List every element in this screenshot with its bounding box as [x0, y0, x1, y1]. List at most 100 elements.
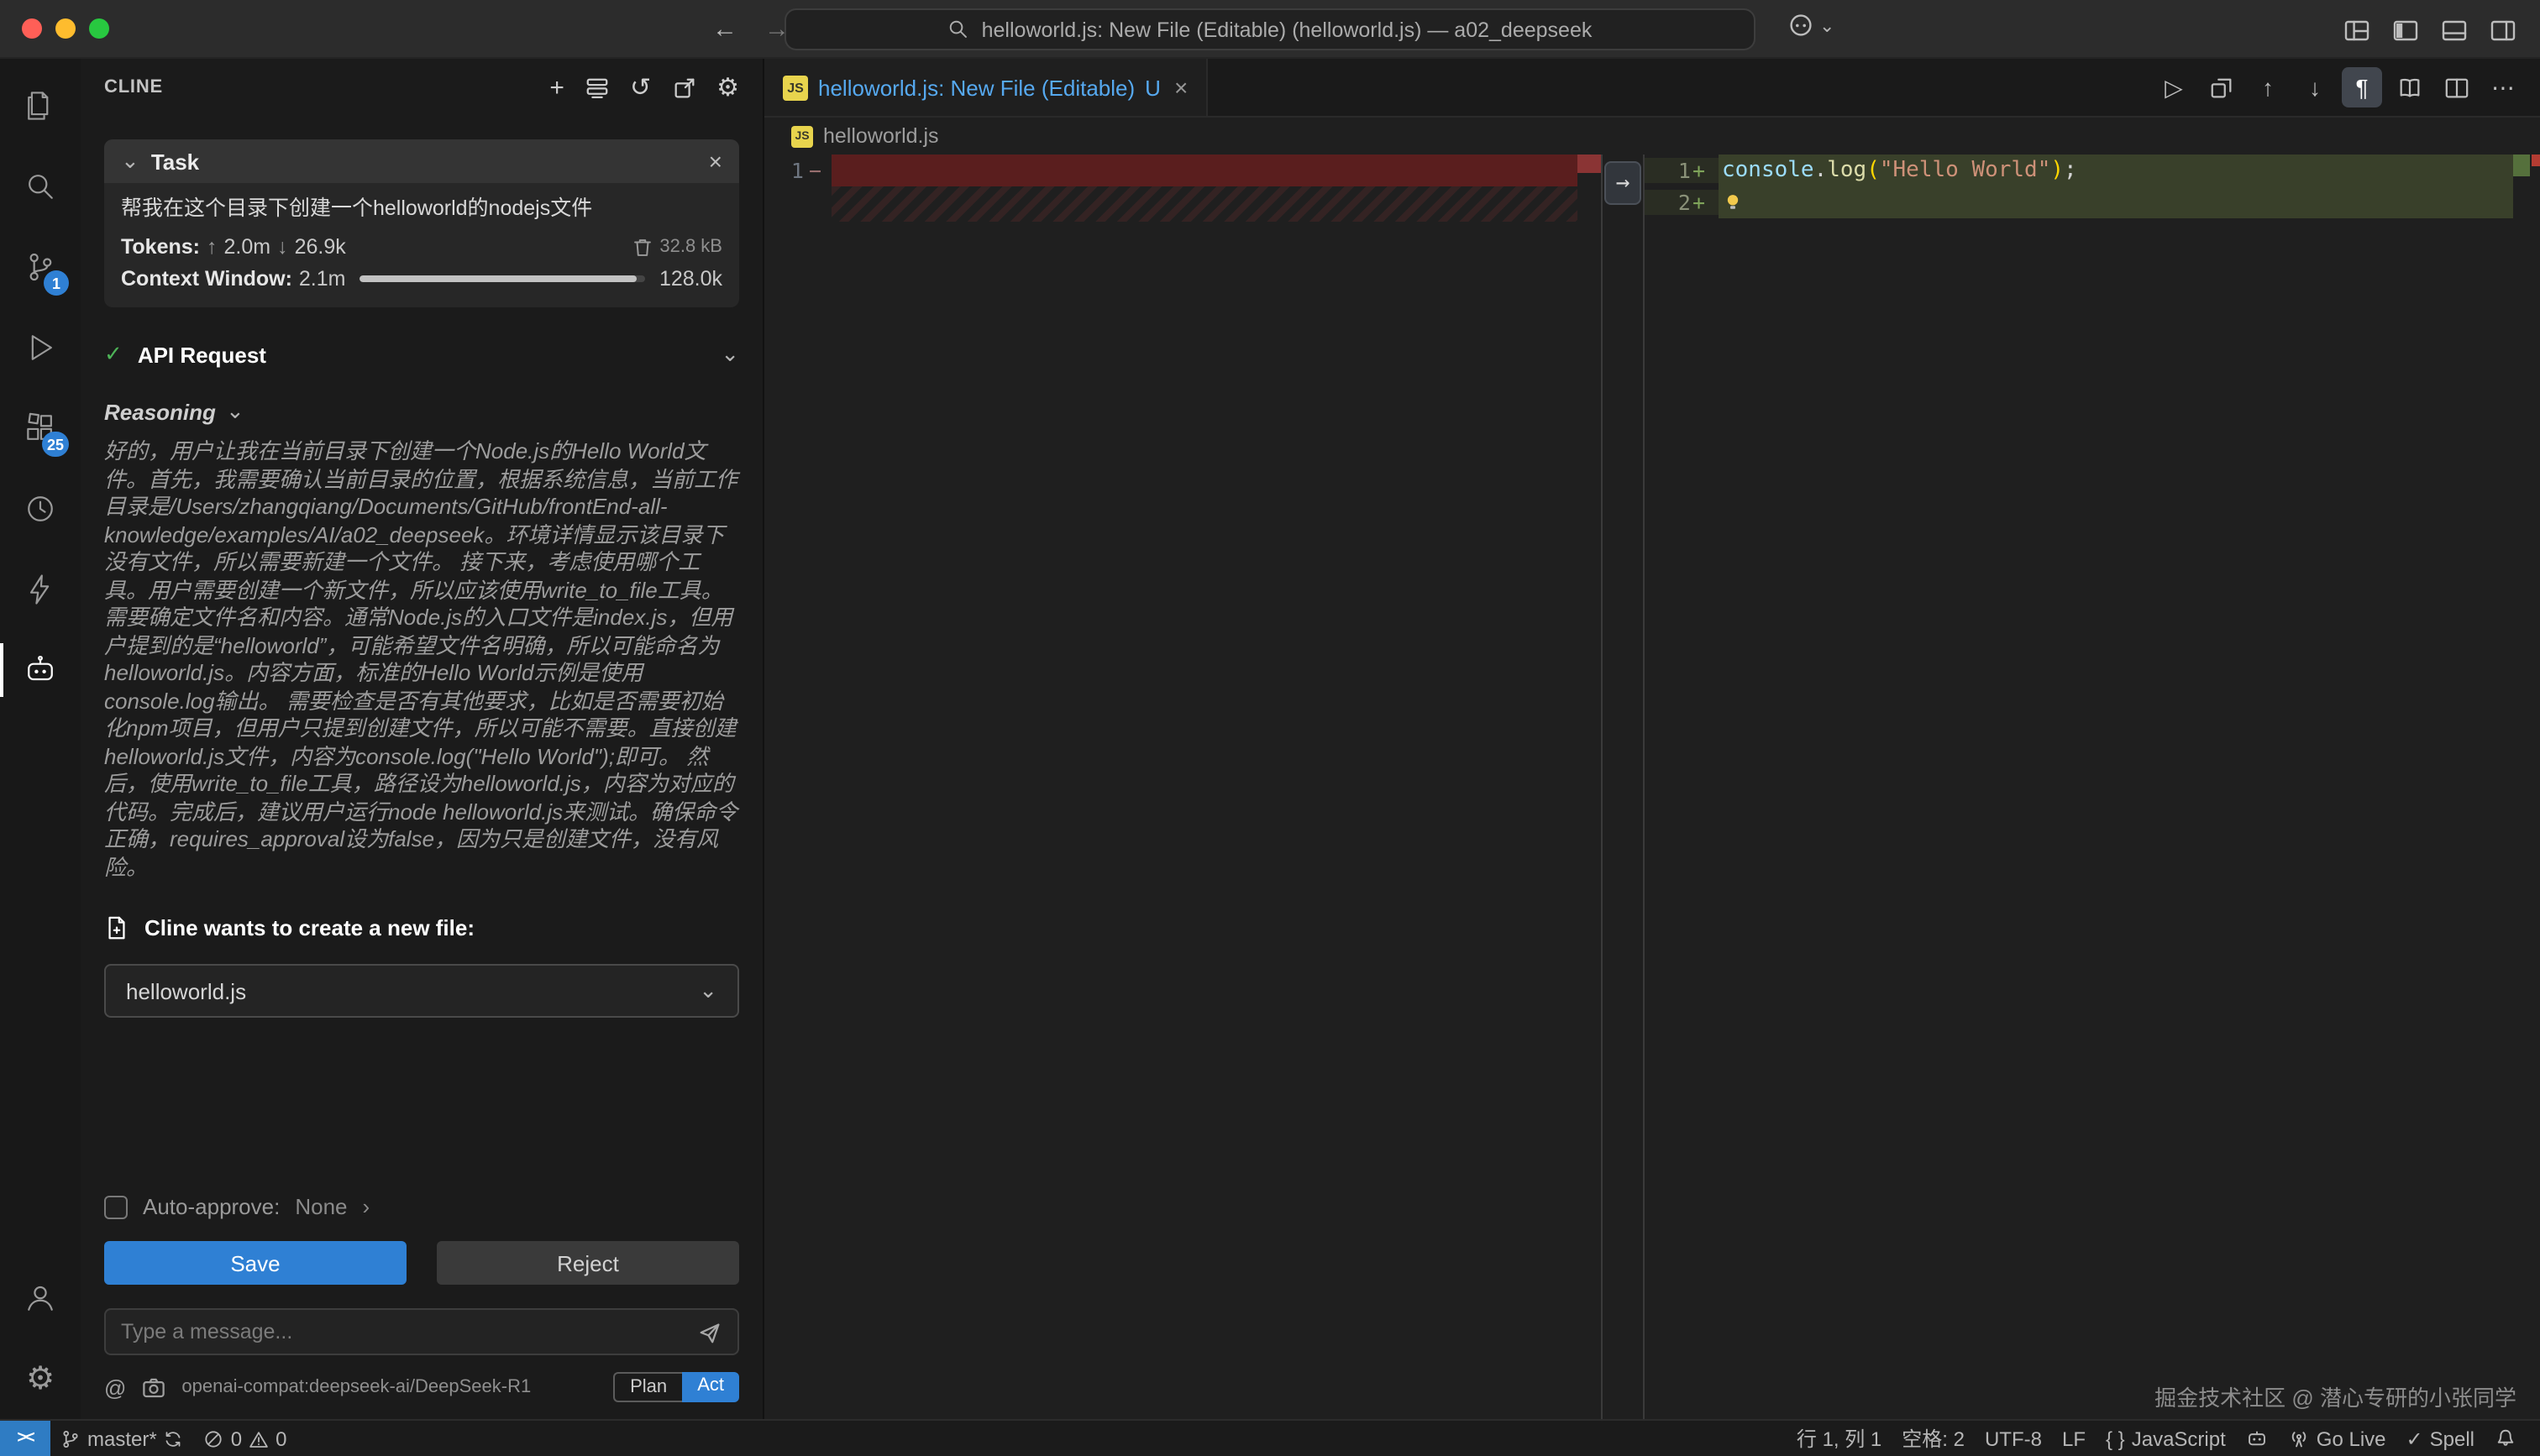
cline-view-button[interactable]: [0, 630, 81, 710]
overview-ruler-right[interactable]: [2513, 155, 2540, 1419]
mcp-servers-icon[interactable]: [585, 75, 610, 100]
settings-gear-button[interactable]: ⚙: [716, 72, 739, 102]
reasoning-header[interactable]: Reasoning ⌄: [104, 398, 739, 425]
open-preview-button[interactable]: [2389, 67, 2429, 107]
warning-icon: [249, 1428, 269, 1448]
notifications-item[interactable]: [2485, 1427, 2527, 1449]
gear-icon: ⚙: [26, 1359, 55, 1398]
back-button[interactable]: ←: [712, 15, 737, 44]
branch-status-item[interactable]: master*: [50, 1421, 194, 1456]
added-line-row: 1 + console.log("Hello World");: [1645, 155, 2540, 186]
toggle-secondary-sidebar-icon[interactable]: [2490, 16, 2516, 43]
message-input[interactable]: [121, 1320, 697, 1343]
added-line-sign: +: [1692, 190, 1705, 215]
broadcast-icon: [2288, 1427, 2310, 1449]
history-button[interactable]: ↺: [630, 72, 651, 102]
close-task-button[interactable]: ×: [709, 148, 722, 175]
run-debug-view-button[interactable]: [0, 307, 81, 388]
trash-icon[interactable]: [631, 236, 653, 258]
diff-modified-pane[interactable]: 1 + console.log("Hello World"); 2 +: [1645, 155, 2540, 1419]
diff-diagonal-fill: [832, 186, 1577, 222]
open-in-editor-icon[interactable]: [671, 75, 696, 100]
new-file-name: helloworld.js: [126, 978, 246, 1003]
editor-group: JS helloworld.js: New File (Editable) U …: [764, 59, 2540, 1419]
arrow-down-icon: ↓: [277, 235, 288, 259]
run-file-button[interactable]: ▷: [2154, 67, 2194, 107]
diff-sash[interactable]: →: [1601, 155, 1645, 1419]
cursor-position-item[interactable]: 行 1, 列 1: [1787, 1424, 1892, 1453]
problems-status-item[interactable]: 0 0: [194, 1421, 297, 1456]
minimize-window-button[interactable]: [55, 18, 76, 39]
split-editor-button[interactable]: [2436, 67, 2476, 107]
chevron-right-icon: ›: [363, 1194, 370, 1219]
copilot-menu-button[interactable]: ⌄: [1787, 12, 1834, 39]
reject-button[interactable]: Reject: [437, 1241, 739, 1285]
line-number: 1: [791, 158, 804, 183]
macos-window-controls: [22, 18, 109, 39]
encoding-item[interactable]: UTF-8: [1975, 1427, 2052, 1450]
deleted-line-sign: −: [809, 158, 821, 183]
go-live-item[interactable]: Go Live: [2278, 1427, 2396, 1450]
lightbulb-icon[interactable]: [1722, 191, 1744, 213]
bell-icon: [2495, 1427, 2516, 1449]
send-icon[interactable]: [697, 1319, 722, 1344]
book-icon: [2396, 75, 2422, 100]
remote-indicator[interactable]: ><: [0, 1421, 50, 1456]
more-actions-button[interactable]: ⋯: [2483, 67, 2523, 107]
added-line-row: 2 +: [1645, 186, 2540, 218]
render-whitespace-toggle[interactable]: ¶: [2342, 67, 2382, 107]
tab-helloworld[interactable]: JS helloworld.js: New File (Editable) U …: [764, 59, 1208, 116]
explorer-view-button[interactable]: [0, 65, 81, 146]
new-file-path-box[interactable]: helloworld.js ⌄: [104, 964, 739, 1018]
accounts-button[interactable]: [0, 1258, 81, 1338]
model-name[interactable]: openai-compat:deepseek-ai/DeepSeek-R1: [181, 1377, 598, 1397]
toggle-panel-icon[interactable]: [2441, 16, 2468, 43]
extension-status-item[interactable]: [2236, 1427, 2278, 1449]
act-mode-button[interactable]: Act: [682, 1372, 739, 1402]
diff-original-pane[interactable]: 1 −: [764, 155, 1601, 1419]
vscode-window: ← → helloworld.js: New File (Editable) (…: [0, 0, 2540, 1456]
revert-block-button[interactable]: →: [1604, 161, 1641, 205]
timeline-view-button[interactable]: [0, 469, 81, 549]
auto-approve-value: None: [295, 1194, 347, 1219]
overview-ruler-left[interactable]: [1577, 155, 1601, 1419]
indentation-item[interactable]: 空格: 2: [1892, 1424, 1975, 1453]
error-icon: [204, 1428, 224, 1448]
toggle-sidebar-icon[interactable]: [2392, 16, 2419, 43]
new-task-button[interactable]: +: [549, 73, 564, 102]
fullscreen-window-button[interactable]: [89, 18, 109, 39]
save-button[interactable]: Save: [104, 1241, 407, 1285]
previous-change-button[interactable]: ↑: [2248, 67, 2288, 107]
command-center-search[interactable]: helloworld.js: New File (Editable) (hell…: [785, 8, 1755, 50]
close-window-button[interactable]: [22, 18, 42, 39]
mention-icon[interactable]: @: [104, 1375, 126, 1400]
thunder-client-view-button[interactable]: [0, 549, 81, 630]
source-control-view-button[interactable]: 1: [0, 227, 81, 307]
customize-layout-icon[interactable]: [2343, 16, 2370, 43]
language-mode-item[interactable]: { } JavaScript: [2096, 1427, 2236, 1450]
search-view-button[interactable]: [0, 146, 81, 227]
line-number: 1: [1678, 158, 1691, 183]
next-change-button[interactable]: ↓: [2295, 67, 2335, 107]
breadcrumb[interactable]: JS helloworld.js: [764, 118, 2540, 155]
api-request-row[interactable]: ✓ API Request ⌄: [104, 341, 739, 368]
check-icon: ✓: [104, 341, 123, 368]
auto-approve-checkbox[interactable]: [104, 1195, 128, 1218]
tokens-up-value: 2.0m: [224, 235, 271, 259]
close-tab-button[interactable]: ×: [1174, 74, 1188, 101]
context-window-row: Context Window: 2.1m 128.0k: [104, 259, 739, 307]
extensions-view-button[interactable]: 25: [0, 388, 81, 469]
eol-item[interactable]: LF: [2052, 1427, 2096, 1450]
open-changes-button[interactable]: [2201, 67, 2241, 107]
auto-approve-row[interactable]: Auto-approve: None ›: [104, 1194, 739, 1219]
editor-toolbar: ▷ ↑ ↓ ¶ ⋯: [2154, 59, 2540, 116]
settings-button[interactable]: ⚙: [0, 1338, 81, 1419]
plan-mode-button[interactable]: Plan: [613, 1372, 682, 1402]
camera-icon[interactable]: [141, 1375, 166, 1400]
watermark-text: 掘金技术社区 @ 潜心专研的小张同学: [2154, 1380, 2516, 1412]
git-branch-icon: [60, 1428, 81, 1448]
task-card-header[interactable]: ⌄ Task ×: [104, 139, 739, 183]
titlebar: ← → helloworld.js: New File (Editable) (…: [0, 0, 2540, 59]
spell-checker-item[interactable]: ✓ Spell: [2396, 1427, 2485, 1450]
run-debug-icon: [22, 329, 59, 366]
